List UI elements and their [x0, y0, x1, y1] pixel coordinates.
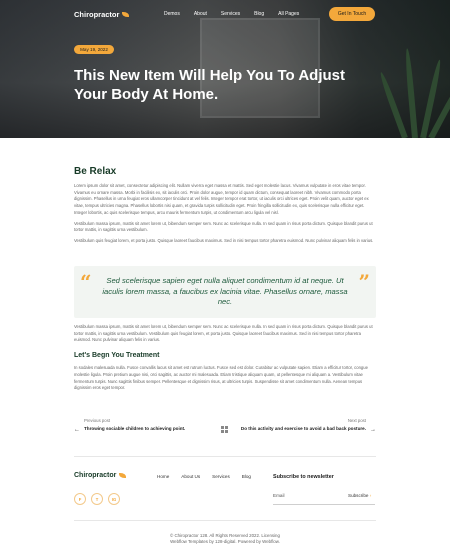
nav-item-services[interactable]: Services [221, 11, 240, 17]
open-quote-icon: “ [80, 270, 92, 294]
quote-text: Sed scelerisque sapien eget nulla alique… [102, 276, 348, 307]
next-post-label: Next post [347, 418, 366, 423]
previous-post-label: Previous post [84, 418, 111, 423]
footer-link-home[interactable]: Home [157, 474, 169, 479]
leaf-icon [119, 473, 127, 478]
blockquote: “ Sed scelerisque sapien eget nulla aliq… [74, 266, 376, 318]
article-body: Be Relax Lorem ipsum dolor sit amet, con… [74, 166, 376, 245]
logo-text: Chiropractor [74, 10, 120, 19]
divider [74, 456, 376, 457]
page-title: This New Item Will Help You To Adjust Yo… [74, 67, 345, 103]
grid-icon[interactable] [221, 426, 228, 433]
footer-link-services[interactable]: Services [212, 474, 230, 479]
social-links: F T IG [74, 493, 120, 505]
article-paragraph: Vestibulum massa ipsum, mattis sit amet … [74, 220, 373, 233]
section-heading-treatment: Let's Begn You Treatment [74, 352, 160, 360]
instagram-icon[interactable]: IG [108, 493, 120, 505]
copyright: © Chiropractor 128. All Rights Reserved … [0, 533, 450, 546]
post-date-badge: May 19, 2022 [74, 45, 114, 54]
leaf-icon [122, 12, 130, 17]
previous-post-link[interactable]: Previous post Throwing sociable children… [84, 418, 185, 433]
next-post-link[interactable]: Next post Do this activity and exercise … [234, 418, 366, 433]
article-paragraph: Lorem ipsum dolor sit amet, consectetur … [74, 183, 369, 215]
previous-post-title: Throwing sociable children to achieving … [84, 426, 186, 431]
footer-link-blog[interactable]: Blog [242, 474, 251, 479]
arrow-right-icon[interactable]: → [370, 427, 376, 433]
footer-logo[interactable]: Chiropractor [74, 472, 127, 479]
site-logo[interactable]: Chiropractor [74, 10, 130, 19]
subscribe-label: Subscribe [348, 493, 369, 498]
article-paragraph: In sodales malesuada nulla. Fusce conval… [74, 365, 368, 391]
newsletter-email-input[interactable]: Email [273, 493, 285, 498]
nav-item-blog[interactable]: Blog [254, 11, 264, 17]
nav-item-demos[interactable]: Demos [164, 11, 180, 17]
nav-item-about[interactable]: About [194, 11, 207, 17]
facebook-icon[interactable]: F [74, 493, 86, 505]
article-paragraph: Vestibulum massa ipsum, mattis sit amet … [74, 324, 373, 343]
section-heading-relax: Be Relax [74, 166, 117, 177]
hero-section: Chiropractor Demos About Services Blog A… [0, 0, 450, 138]
next-post-title: Do this activity and exercise to avoid a… [240, 426, 366, 431]
arrow-right-icon: › [369, 493, 372, 498]
newsletter-title: Subscribe to newsletter [273, 474, 334, 480]
close-quote-icon: ” [358, 270, 370, 294]
article-body-continued: Vestibulum massa ipsum, mattis sit amet … [74, 324, 376, 392]
subscribe-button[interactable]: Subscribe › [348, 493, 371, 498]
twitter-icon[interactable]: T [91, 493, 103, 505]
footer-links: Home About Us Services Blog [157, 474, 263, 479]
email-underline [273, 504, 375, 505]
get-in-touch-button[interactable]: Get In Touch [329, 7, 375, 21]
hero-plant-decoration [378, 40, 450, 138]
footer-link-about[interactable]: About Us [181, 474, 200, 479]
footer-logo-text: Chiropractor [74, 472, 117, 479]
arrow-left-icon[interactable]: ← [74, 427, 80, 433]
copyright-credit: Webflow Templates by 128-digital. Powere… [170, 539, 280, 545]
top-navigation: Chiropractor Demos About Services Blog A… [0, 0, 450, 30]
article-paragraph: Vestibulum quis feugiat lorem, et porta … [74, 237, 374, 243]
nav-item-all-pages[interactable]: All Pages [278, 11, 299, 17]
nav-links: Demos About Services Blog All Pages [164, 11, 313, 17]
post-navigation: ← Previous post Throwing sociable childr… [74, 418, 376, 442]
divider [74, 520, 376, 521]
